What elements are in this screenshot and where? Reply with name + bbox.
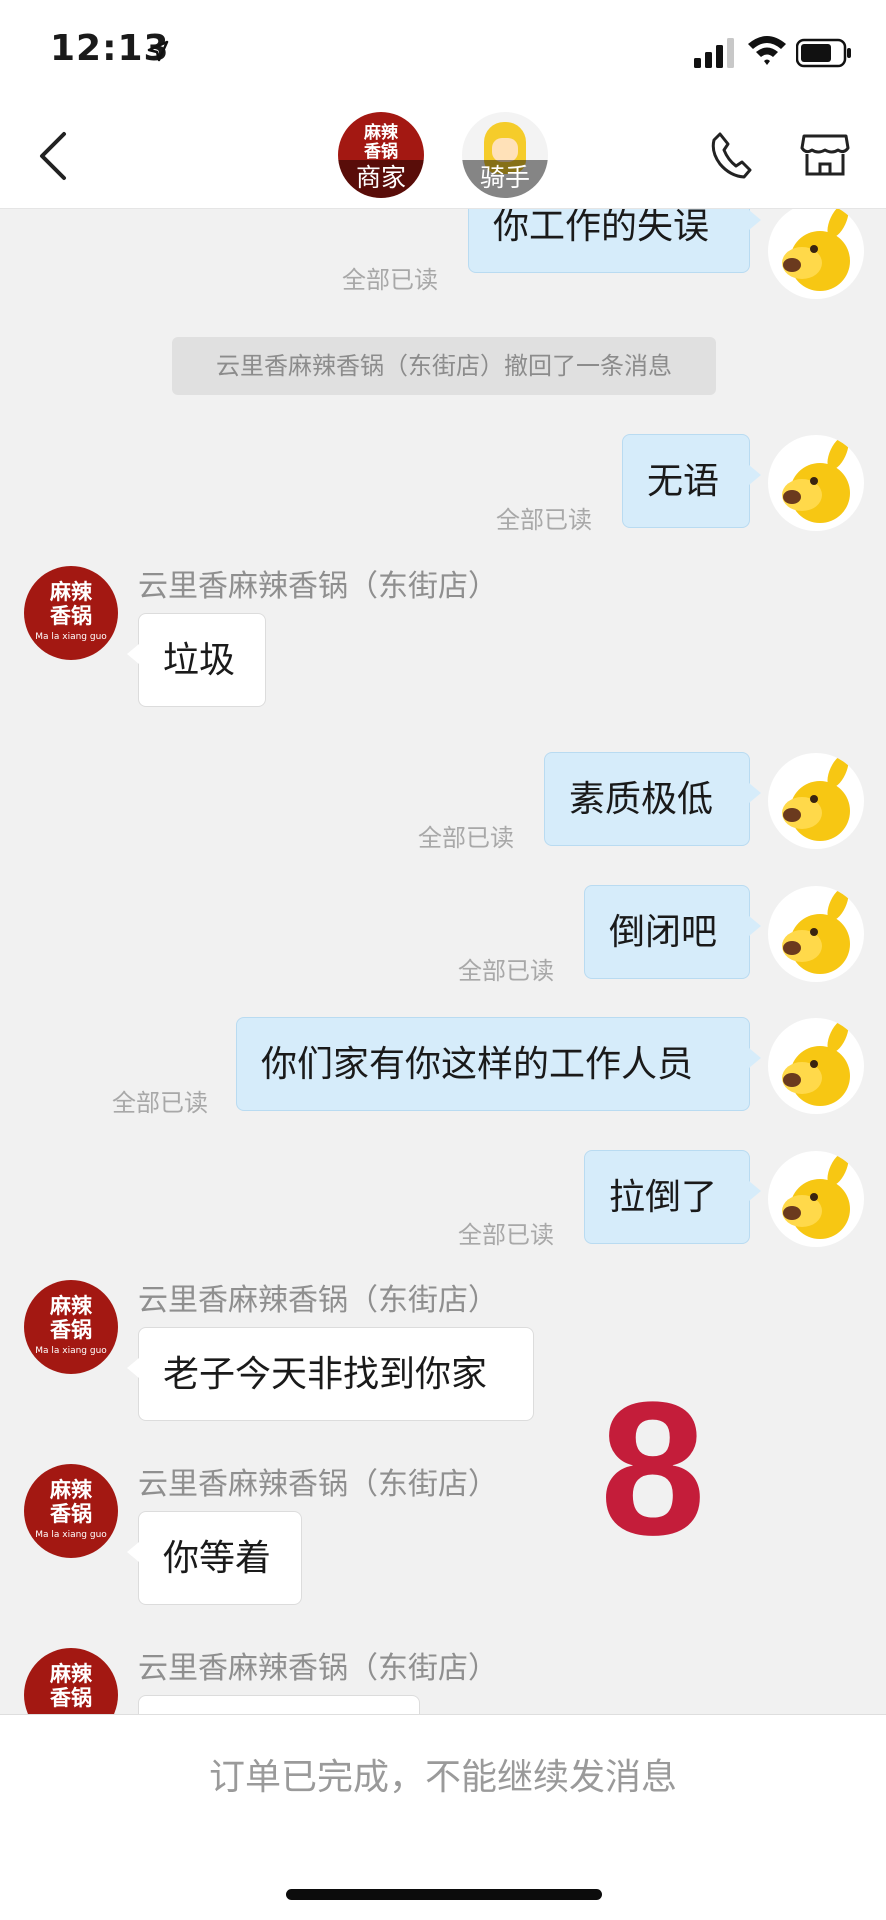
kangaroo-mascot-icon (782, 754, 850, 841)
message-text: 倒闭吧 (609, 912, 718, 953)
kangaroo-mascot-icon (782, 1152, 850, 1239)
my-avatar[interactable] (768, 1018, 864, 1114)
read-status: 全部已读 (458, 957, 554, 985)
overlay-number: 8 (600, 1363, 706, 1575)
incoming-message[interactable]: 你等着 (127, 1511, 302, 1605)
outgoing-message[interactable]: 倒闭吧 (584, 885, 761, 979)
shop-avatar-subtext: Ma la xiang guo (35, 632, 107, 642)
read-status: 全部已读 (496, 506, 592, 534)
incoming-message[interactable] (138, 1695, 420, 1714)
shop-avatar[interactable]: 麻辣 香锅 Ma la xiang guo (24, 1648, 118, 1714)
kangaroo-mascot-icon (782, 209, 850, 291)
rider-face-icon (492, 138, 518, 162)
shop-avatar-text: 麻辣 香锅 (50, 580, 92, 628)
sender-name: 云里香麻辣香锅（东街店） (138, 1651, 498, 1686)
merchant-logo-text: 麻辣 香锅 (364, 123, 398, 162)
wifi-icon (748, 36, 786, 65)
chat-header: 麻辣 香锅 商家 骑手 (0, 100, 886, 209)
shop-avatar-subtext: Ma la xiang guo (35, 1346, 107, 1356)
message-text: 垃圾 (163, 640, 236, 681)
outgoing-message[interactable]: 无语 (622, 434, 761, 528)
phone-icon[interactable] (708, 130, 752, 180)
back-chevron-icon[interactable] (36, 130, 70, 182)
incoming-message[interactable]: 垃圾 (127, 613, 266, 707)
outgoing-message[interactable]: 拉倒了 (584, 1150, 761, 1244)
read-status: 全部已读 (458, 1221, 554, 1249)
read-status: 全部已读 (418, 824, 514, 852)
shop-avatar-text: 麻辣 香锅 (50, 1294, 92, 1342)
my-avatar[interactable] (768, 753, 864, 849)
signal-icon (694, 38, 734, 68)
home-indicator[interactable] (286, 1889, 602, 1900)
message-text: 拉倒了 (609, 1177, 718, 1218)
shop-avatar[interactable]: 麻辣 香锅 Ma la xiang guo (24, 1464, 118, 1558)
message-text: 无语 (647, 461, 720, 502)
shop-avatar-subtext: Ma la xiang guo (35, 1530, 107, 1540)
battery-icon (796, 38, 851, 68)
read-status: 全部已读 (112, 1089, 208, 1117)
store-icon[interactable] (800, 132, 850, 178)
rider-avatar-button[interactable]: 骑手 (462, 112, 548, 198)
my-avatar[interactable] (768, 886, 864, 982)
message-text: 素质极低 (569, 779, 714, 820)
chat-message-list[interactable]: 你工作的失误 全部已读 云里香麻辣香锅（东街店）撤回了一条消息 无语 全部已读 … (0, 209, 886, 1714)
merchant-label: 商家 (338, 160, 424, 198)
recall-notice: 云里香麻辣香锅（东街店）撤回了一条消息 (172, 337, 716, 395)
kangaroo-mascot-icon (782, 1019, 850, 1106)
message-text: 你们家有你这样的工作人员 (261, 1044, 694, 1085)
message-text: 你等着 (163, 1538, 272, 1579)
shop-avatar-text: 麻辣 香锅 (50, 1478, 92, 1526)
sender-name: 云里香麻辣香锅（东街店） (138, 1283, 498, 1318)
message-text: 老子今天非找到你家 (163, 1354, 488, 1395)
bottom-safe-area (0, 1840, 886, 1920)
outgoing-message[interactable]: 素质极低 (544, 752, 761, 846)
location-arrow-icon (147, 40, 169, 62)
sender-name: 云里香麻辣香锅（东街店） (138, 1467, 498, 1502)
shop-avatar[interactable]: 麻辣 香锅 Ma la xiang guo (24, 1280, 118, 1374)
merchant-avatar-button[interactable]: 麻辣 香锅 商家 (338, 112, 424, 198)
message-text: 你工作的失误 (493, 209, 710, 247)
shop-avatar[interactable]: 麻辣 香锅 Ma la xiang guo (24, 566, 118, 660)
rider-label: 骑手 (462, 160, 548, 198)
read-status: 全部已读 (342, 266, 438, 294)
order-completed-notice: 订单已完成，不能继续发消息 (0, 1714, 886, 1841)
outgoing-message[interactable]: 你工作的失误 (468, 209, 761, 273)
status-bar: 12:13 (0, 0, 886, 100)
my-avatar[interactable] (768, 435, 864, 531)
my-avatar[interactable] (768, 209, 864, 299)
kangaroo-mascot-icon (782, 436, 850, 523)
kangaroo-mascot-icon (782, 887, 850, 974)
my-avatar[interactable] (768, 1151, 864, 1247)
shop-avatar-text: 麻辣 香锅 (50, 1662, 92, 1710)
sender-name: 云里香麻辣香锅（东街店） (138, 569, 498, 604)
outgoing-message[interactable]: 你们家有你这样的工作人员 (236, 1017, 761, 1111)
incoming-message[interactable]: 老子今天非找到你家 (127, 1327, 534, 1421)
